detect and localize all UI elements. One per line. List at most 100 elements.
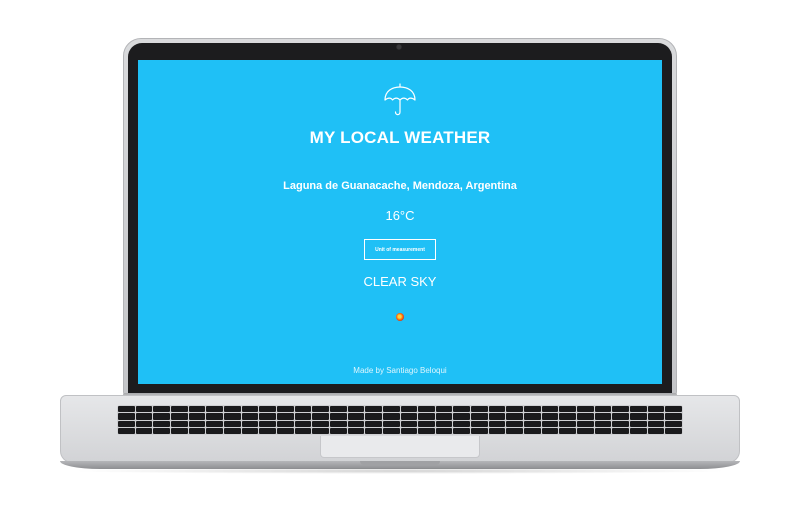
keyboard-key [276, 406, 294, 413]
keyboard-key [118, 413, 135, 420]
keyboard-key [170, 427, 188, 434]
keyboard-key [329, 413, 347, 420]
keyboard-key [329, 427, 347, 434]
keyboard-key [347, 420, 365, 427]
keyboard-key [488, 420, 506, 427]
keyboard-key [135, 413, 153, 420]
keyboard-key [206, 413, 223, 420]
keyboard-key [665, 427, 682, 434]
keyboard-key [524, 420, 541, 427]
page-title: MY LOCAL WEATHER [309, 128, 491, 147]
keyboard-key [418, 413, 435, 420]
keyboard-key [259, 420, 276, 427]
footer-credit: Made by Santiago Beloqui [353, 366, 447, 375]
keyboard-key [506, 420, 524, 427]
keyboard-key [647, 413, 665, 420]
keyboard-key [312, 427, 329, 434]
keyboard-key [577, 406, 594, 413]
keyboard-key [453, 413, 471, 420]
keyboard-key [400, 413, 418, 420]
keyboard-key [276, 427, 294, 434]
keyboard-key [153, 427, 170, 434]
keyboard-key [223, 420, 241, 427]
keyboard-key [241, 406, 259, 413]
laptop-shadow [70, 468, 730, 474]
keyboard-key [329, 406, 347, 413]
keyboard-key [665, 406, 682, 413]
keyboard-key [188, 406, 206, 413]
keyboard-key [135, 427, 153, 434]
keyboard-key [524, 413, 541, 420]
unit-of-measurement-button[interactable]: Unit of measurement [364, 239, 436, 260]
keyboard-key [418, 406, 435, 413]
keyboard-key [241, 420, 259, 427]
keyboard-key [612, 406, 630, 413]
keyboard-key [612, 427, 630, 434]
keyboard-key [594, 420, 612, 427]
keyboard-key [259, 406, 276, 413]
keyboard-key [647, 420, 665, 427]
keyboard-key [488, 427, 506, 434]
clear-sky-sun-icon [396, 313, 404, 321]
keyboard-key [347, 427, 365, 434]
keyboard-key [188, 413, 206, 420]
keyboard-key [630, 420, 647, 427]
keyboard-key [418, 420, 435, 427]
keyboard-key [506, 427, 524, 434]
keyboard-key [135, 420, 153, 427]
keyboard-key [400, 427, 418, 434]
keyboard-key [453, 427, 471, 434]
keyboard-key [259, 413, 276, 420]
keyboard-key [541, 427, 559, 434]
keyboard-key [223, 406, 241, 413]
keyboard-key [559, 406, 577, 413]
keyboard-key [435, 420, 453, 427]
keyboard-key [223, 413, 241, 420]
keyboard-key [400, 420, 418, 427]
keyboard-key [118, 406, 135, 413]
keyboard-key [559, 427, 577, 434]
trackpad [320, 436, 480, 458]
keyboard-key [594, 427, 612, 434]
temperature-value: 16°C [385, 208, 415, 223]
keyboard-key [312, 406, 329, 413]
keyboard-key [435, 413, 453, 420]
keyboard-key [294, 420, 312, 427]
keyboard-key [559, 420, 577, 427]
keyboard-key [135, 406, 153, 413]
keyboard-key [259, 427, 276, 434]
keyboard-key [188, 427, 206, 434]
keyboard-key [577, 427, 594, 434]
keyboard-key [276, 420, 294, 427]
keyboard-key [382, 420, 400, 427]
weather-condition: CLEAR SKY [363, 274, 437, 289]
keyboard-key [524, 406, 541, 413]
keyboard-key [647, 427, 665, 434]
keyboard-key [612, 413, 630, 420]
keyboard-key [630, 413, 647, 420]
keyboard-key [506, 413, 524, 420]
keyboard-key [577, 413, 594, 420]
keyboard-key [612, 420, 630, 427]
keyboard-key [170, 406, 188, 413]
keyboard-key [365, 427, 382, 434]
keyboard-key [294, 413, 312, 420]
keyboard-key [488, 413, 506, 420]
keyboard-key [170, 420, 188, 427]
keyboard-key [118, 427, 135, 434]
keyboard-key [506, 406, 524, 413]
keyboard-key [382, 427, 400, 434]
keyboard [117, 405, 683, 435]
keyboard-key [365, 420, 382, 427]
keyboard-key [488, 406, 506, 413]
keyboard-key [630, 427, 647, 434]
umbrella-icon [384, 83, 416, 116]
webcam [396, 44, 402, 50]
keyboard-key [471, 427, 488, 434]
keyboard-key [294, 427, 312, 434]
keyboard-key [312, 420, 329, 427]
location-label: Laguna de Guanacache, Mendoza, Argentina [283, 180, 517, 192]
keyboard-key [630, 406, 647, 413]
keyboard-key [312, 413, 329, 420]
keyboard-key [206, 427, 223, 434]
